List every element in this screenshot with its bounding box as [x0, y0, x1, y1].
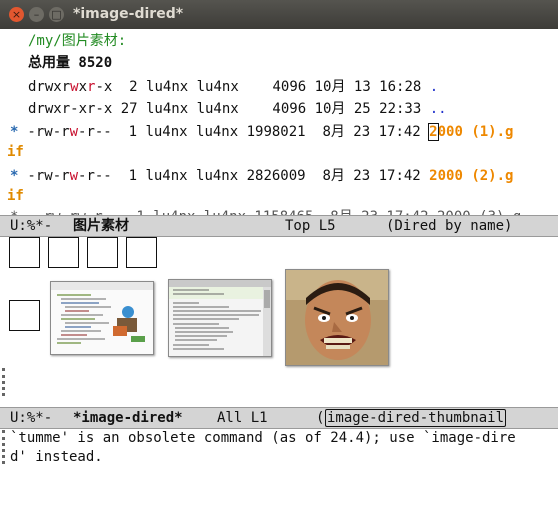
thumbnail-placeholder[interactable]: [9, 237, 40, 268]
modeline-buffer-name: *image-dired*: [73, 410, 183, 426]
thumbnail-face-image[interactable]: [285, 269, 389, 366]
wrap-continuation: if: [7, 144, 24, 160]
modeline-buffer-name: 图片素材: [73, 218, 129, 234]
modeline-mode: (Dired by name): [386, 218, 513, 234]
dired-row-file-2[interactable]: -rw-rw-r-- 1 lu4nx lu4nx 2826009 8月 23 1…: [19, 166, 513, 186]
echo-scroll-indicator: [2, 430, 8, 464]
close-window-button[interactable]: ×: [9, 7, 24, 22]
mark-indicator: *: [10, 124, 19, 140]
wrap-continuation: if: [7, 188, 24, 204]
maximize-window-button[interactable]: □: [49, 7, 64, 22]
modeline-dired[interactable]: U:%*- 图片素材 Top L5 (Dired by name): [0, 215, 558, 237]
thumbnail-code-image[interactable]: [50, 281, 154, 355]
modeline-status: U:%*-: [10, 410, 53, 426]
thumbnail-placeholder[interactable]: [9, 300, 40, 331]
thumbnail-placeholder[interactable]: [87, 237, 118, 268]
dired-path: /my/图片素材:: [28, 33, 127, 49]
modeline-status: U:%*-: [10, 218, 53, 234]
thumbnail-placeholder[interactable]: [48, 237, 79, 268]
mark-indicator: *: [10, 168, 19, 184]
echo-area-line-2: d' instead.: [10, 449, 103, 465]
thumbnail-text-image[interactable]: [168, 279, 272, 357]
text-cursor: 2: [428, 123, 439, 141]
modeline-position: All L1: [217, 410, 268, 426]
dired-row-dot[interactable]: drwxrwxr-x 2 lu4nx lu4nx 4096 10月 13 16:…: [28, 77, 438, 97]
modeline-mode[interactable]: image-dired-thumbnail: [325, 409, 507, 427]
modeline-mode-paren: (: [316, 410, 325, 426]
echo-area-line-1: `tumme' is an obsolete command (as of 24…: [10, 430, 516, 446]
dired-total: 总用量 8520: [28, 55, 113, 71]
modeline-position: Top L5: [285, 218, 336, 234]
scroll-indicator: [2, 368, 8, 396]
thumbnail-placeholder[interactable]: [126, 237, 157, 268]
modeline-image-dired[interactable]: U:%*- *image-dired* All L1 ( image-dired…: [0, 407, 558, 429]
dired-row-file-1[interactable]: -rw-rw-r-- 1 lu4nx lu4nx 1998021 8月 23 1…: [19, 122, 513, 142]
minimize-window-button[interactable]: –: [29, 7, 44, 22]
window-title: *image-dired*: [73, 6, 184, 22]
window-titlebar: × – □ *image-dired*: [0, 0, 558, 29]
dired-row-parent[interactable]: drwxr-xr-x 27 lu4nx lu4nx 4096 10月 25 22…: [28, 99, 447, 119]
